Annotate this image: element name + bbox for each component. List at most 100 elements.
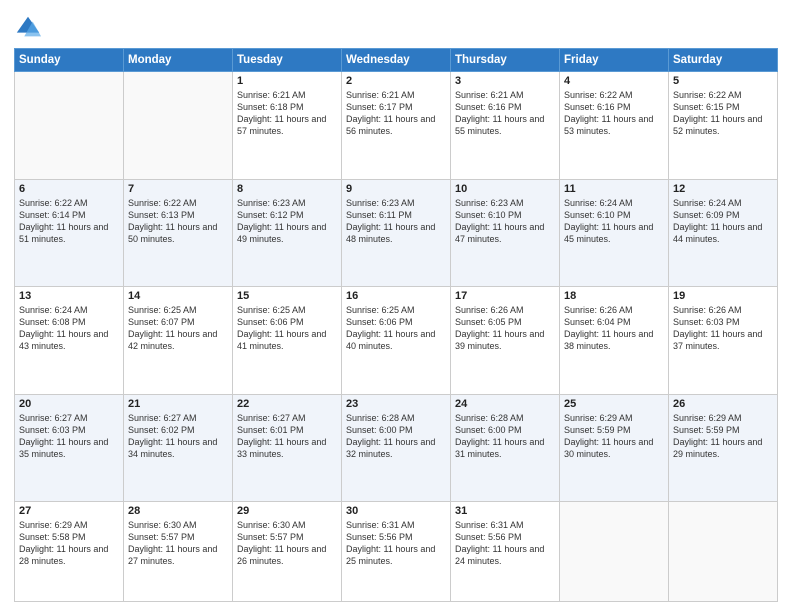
day-number: 31 xyxy=(455,505,555,517)
day-number: 27 xyxy=(19,505,119,517)
day-number: 1 xyxy=(237,75,337,87)
calendar-cell: 13 Sunrise: 6:24 AM Sunset: 6:08 PM Dayli… xyxy=(15,287,124,395)
logo xyxy=(14,14,46,42)
day-info: Sunrise: 6:23 AM Sunset: 6:12 PM Dayligh… xyxy=(237,197,337,246)
calendar-cell: 22 Sunrise: 6:27 AM Sunset: 6:01 PM Dayli… xyxy=(233,394,342,502)
col-header-saturday: Saturday xyxy=(669,49,778,72)
calendar-table: SundayMondayTuesdayWednesdayThursdayFrid… xyxy=(14,48,778,602)
calendar-cell: 27 Sunrise: 6:29 AM Sunset: 5:58 PM Dayli… xyxy=(15,502,124,602)
day-info: Sunrise: 6:26 AM Sunset: 6:03 PM Dayligh… xyxy=(673,304,773,353)
day-number: 25 xyxy=(564,398,664,410)
calendar-cell: 15 Sunrise: 6:25 AM Sunset: 6:06 PM Dayli… xyxy=(233,287,342,395)
calendar-cell: 6Sunrise: 6:22 AM Sunset: 6:14 PM Daylig… xyxy=(15,179,124,287)
calendar-cell: 30 Sunrise: 6:31 AM Sunset: 5:56 PM Dayli… xyxy=(342,502,451,602)
day-info: Sunrise: 6:25 AM Sunset: 6:07 PM Dayligh… xyxy=(128,304,228,353)
calendar-cell: 21 Sunrise: 6:27 AM Sunset: 6:02 PM Dayli… xyxy=(124,394,233,502)
day-info: Sunrise: 6:29 AM Sunset: 5:59 PM Dayligh… xyxy=(564,412,664,461)
day-number: 30 xyxy=(346,505,446,517)
day-number: 8 xyxy=(237,183,337,195)
day-info: Sunrise: 6:29 AM Sunset: 5:58 PM Dayligh… xyxy=(19,519,119,568)
day-number: 3 xyxy=(455,75,555,87)
day-info: Sunrise: 6:22 AM Sunset: 6:15 PM Dayligh… xyxy=(673,89,773,138)
calendar-week-row: 20Sunrise: 6:27 AM Sunset: 6:03 PM Dayli… xyxy=(15,394,778,502)
day-number: 28 xyxy=(128,505,228,517)
calendar-cell: 20Sunrise: 6:27 AM Sunset: 6:03 PM Dayli… xyxy=(15,394,124,502)
calendar-cell: 16 Sunrise: 6:25 AM Sunset: 6:06 PM Dayli… xyxy=(342,287,451,395)
calendar-cell xyxy=(669,502,778,602)
day-info: Sunrise: 6:24 AM Sunset: 6:09 PM Dayligh… xyxy=(673,197,773,246)
day-number: 22 xyxy=(237,398,337,410)
day-info: Sunrise: 6:28 AM Sunset: 6:00 PM Dayligh… xyxy=(346,412,446,461)
day-number: 23 xyxy=(346,398,446,410)
page: SundayMondayTuesdayWednesdayThursdayFrid… xyxy=(0,0,792,612)
day-number: 21 xyxy=(128,398,228,410)
calendar-cell: 7 Sunrise: 6:22 AM Sunset: 6:13 PM Daylig… xyxy=(124,179,233,287)
day-number: 16 xyxy=(346,290,446,302)
calendar-cell: 26 Sunrise: 6:29 AM Sunset: 5:59 PM Dayli… xyxy=(669,394,778,502)
calendar-week-row: 27 Sunrise: 6:29 AM Sunset: 5:58 PM Dayli… xyxy=(15,502,778,602)
calendar-cell: 3 Sunrise: 6:21 AM Sunset: 6:16 PM Daylig… xyxy=(451,72,560,180)
day-info: Sunrise: 6:23 AM Sunset: 6:11 PM Dayligh… xyxy=(346,197,446,246)
day-info: Sunrise: 6:21 AM Sunset: 6:16 PM Dayligh… xyxy=(455,89,555,138)
calendar-cell: 10Sunrise: 6:23 AM Sunset: 6:10 PM Dayli… xyxy=(451,179,560,287)
day-number: 7 xyxy=(128,183,228,195)
day-number: 4 xyxy=(564,75,664,87)
col-header-wednesday: Wednesday xyxy=(342,49,451,72)
calendar-cell: 1 Sunrise: 6:21 AM Sunset: 6:18 PM Daylig… xyxy=(233,72,342,180)
calendar-cell: 11 Sunrise: 6:24 AM Sunset: 6:10 PM Dayli… xyxy=(560,179,669,287)
day-number: 20 xyxy=(19,398,119,410)
day-info: Sunrise: 6:25 AM Sunset: 6:06 PM Dayligh… xyxy=(346,304,446,353)
day-number: 17 xyxy=(455,290,555,302)
day-info: Sunrise: 6:29 AM Sunset: 5:59 PM Dayligh… xyxy=(673,412,773,461)
day-info: Sunrise: 6:31 AM Sunset: 5:56 PM Dayligh… xyxy=(455,519,555,568)
day-number: 2 xyxy=(346,75,446,87)
day-info: Sunrise: 6:24 AM Sunset: 6:08 PM Dayligh… xyxy=(19,304,119,353)
day-number: 6 xyxy=(19,183,119,195)
calendar-cell: 14Sunrise: 6:25 AM Sunset: 6:07 PM Dayli… xyxy=(124,287,233,395)
day-info: Sunrise: 6:25 AM Sunset: 6:06 PM Dayligh… xyxy=(237,304,337,353)
day-number: 12 xyxy=(673,183,773,195)
col-header-monday: Monday xyxy=(124,49,233,72)
logo-icon xyxy=(14,14,42,42)
day-info: Sunrise: 6:30 AM Sunset: 5:57 PM Dayligh… xyxy=(128,519,228,568)
calendar-week-row: 1 Sunrise: 6:21 AM Sunset: 6:18 PM Daylig… xyxy=(15,72,778,180)
calendar-cell: 18Sunrise: 6:26 AM Sunset: 6:04 PM Dayli… xyxy=(560,287,669,395)
day-info: Sunrise: 6:24 AM Sunset: 6:10 PM Dayligh… xyxy=(564,197,664,246)
calendar-cell: 19Sunrise: 6:26 AM Sunset: 6:03 PM Dayli… xyxy=(669,287,778,395)
day-info: Sunrise: 6:27 AM Sunset: 6:01 PM Dayligh… xyxy=(237,412,337,461)
day-info: Sunrise: 6:30 AM Sunset: 5:57 PM Dayligh… xyxy=(237,519,337,568)
calendar-cell: 23 Sunrise: 6:28 AM Sunset: 6:00 PM Dayli… xyxy=(342,394,451,502)
day-info: Sunrise: 6:23 AM Sunset: 6:10 PM Dayligh… xyxy=(455,197,555,246)
day-info: Sunrise: 6:31 AM Sunset: 5:56 PM Dayligh… xyxy=(346,519,446,568)
calendar-cell: 5 Sunrise: 6:22 AM Sunset: 6:15 PM Daylig… xyxy=(669,72,778,180)
day-info: Sunrise: 6:22 AM Sunset: 6:16 PM Dayligh… xyxy=(564,89,664,138)
calendar-header-row: SundayMondayTuesdayWednesdayThursdayFrid… xyxy=(15,49,778,72)
day-number: 5 xyxy=(673,75,773,87)
calendar-week-row: 6Sunrise: 6:22 AM Sunset: 6:14 PM Daylig… xyxy=(15,179,778,287)
calendar-cell: 29Sunrise: 6:30 AM Sunset: 5:57 PM Dayli… xyxy=(233,502,342,602)
day-info: Sunrise: 6:22 AM Sunset: 6:13 PM Dayligh… xyxy=(128,197,228,246)
day-info: Sunrise: 6:28 AM Sunset: 6:00 PM Dayligh… xyxy=(455,412,555,461)
col-header-friday: Friday xyxy=(560,49,669,72)
day-number: 18 xyxy=(564,290,664,302)
calendar-cell: 12 Sunrise: 6:24 AM Sunset: 6:09 PM Dayli… xyxy=(669,179,778,287)
calendar-cell: 4 Sunrise: 6:22 AM Sunset: 6:16 PM Daylig… xyxy=(560,72,669,180)
day-number: 11 xyxy=(564,183,664,195)
calendar-cell xyxy=(15,72,124,180)
day-number: 9 xyxy=(346,183,446,195)
calendar-cell: 25 Sunrise: 6:29 AM Sunset: 5:59 PM Dayli… xyxy=(560,394,669,502)
calendar-cell: 17Sunrise: 6:26 AM Sunset: 6:05 PM Dayli… xyxy=(451,287,560,395)
header xyxy=(14,10,778,42)
calendar-cell: 31 Sunrise: 6:31 AM Sunset: 5:56 PM Dayli… xyxy=(451,502,560,602)
day-info: Sunrise: 6:27 AM Sunset: 6:02 PM Dayligh… xyxy=(128,412,228,461)
day-info: Sunrise: 6:21 AM Sunset: 6:18 PM Dayligh… xyxy=(237,89,337,138)
day-number: 13 xyxy=(19,290,119,302)
calendar-cell xyxy=(560,502,669,602)
calendar-cell: 28 Sunrise: 6:30 AM Sunset: 5:57 PM Dayli… xyxy=(124,502,233,602)
calendar-cell: 24Sunrise: 6:28 AM Sunset: 6:00 PM Dayli… xyxy=(451,394,560,502)
calendar-cell: 8 Sunrise: 6:23 AM Sunset: 6:12 PM Daylig… xyxy=(233,179,342,287)
day-info: Sunrise: 6:21 AM Sunset: 6:17 PM Dayligh… xyxy=(346,89,446,138)
day-number: 26 xyxy=(673,398,773,410)
calendar-cell: 9 Sunrise: 6:23 AM Sunset: 6:11 PM Daylig… xyxy=(342,179,451,287)
day-number: 15 xyxy=(237,290,337,302)
